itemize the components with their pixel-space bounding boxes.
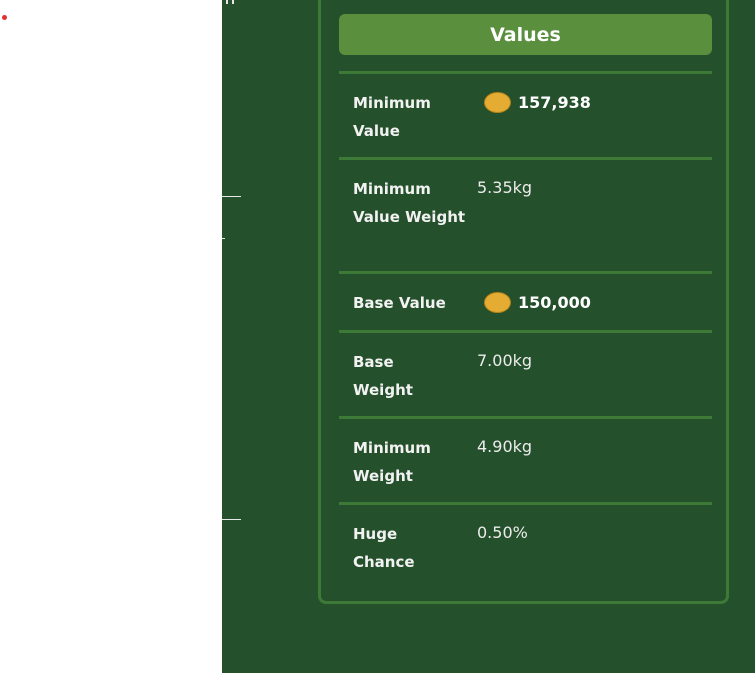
row-value-minimum-weight: 4.90kg (477, 437, 533, 456)
row-divider (339, 71, 712, 74)
coin-icon (484, 92, 511, 113)
row-label-base-value: Base Value (353, 294, 446, 312)
row-divider (339, 416, 712, 419)
row-label-minimum-value: Minimum Value (353, 94, 431, 140)
row-value-base-weight: 7.00kg (477, 351, 533, 370)
row-divider (339, 271, 712, 274)
row-label-base-weight: Base Weight (353, 353, 413, 399)
edge-tick (222, 238, 225, 239)
row-value-minimum-value-weight: 5.35kg (477, 178, 533, 197)
values-header: Values (339, 14, 712, 55)
red-marker-dot (2, 15, 7, 20)
row-value-base-value: 150,000 (477, 292, 591, 313)
row-label-minimum-value-weight: Minimum Value Weight (353, 180, 466, 226)
edge-tick (222, 196, 241, 197)
row-label-minimum-weight: Minimum Weight (353, 439, 431, 485)
edge-tick (222, 519, 241, 520)
coin-icon (484, 292, 511, 313)
left-blank-area (0, 0, 222, 673)
row-label-huge-chance: Huge Chance (353, 525, 415, 571)
row-divider (339, 157, 712, 160)
top-edge-mark (226, 0, 236, 4)
row-value-minimum-value: 157,938 (477, 92, 591, 113)
row-divider (339, 330, 712, 333)
row-value-huge-chance: 0.50% (477, 523, 528, 542)
value-text: 150,000 (518, 292, 591, 312)
value-text: 157,938 (518, 92, 591, 112)
row-divider (339, 502, 712, 505)
